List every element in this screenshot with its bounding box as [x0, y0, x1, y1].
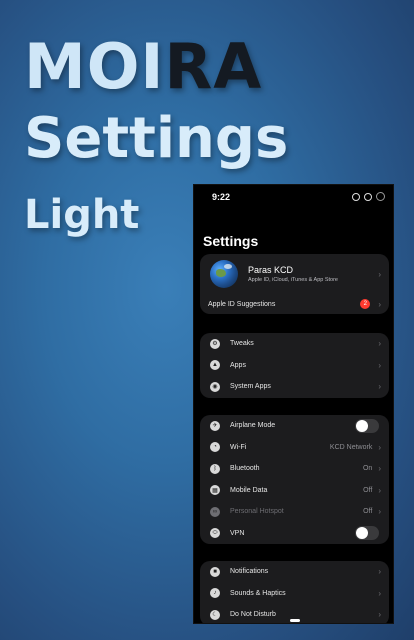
promo-subtitle: Settings [24, 106, 289, 171]
status-icon-1 [352, 192, 360, 201]
row-label: Wi-Fi [230, 443, 247, 451]
row-label: Mobile Data [230, 486, 268, 494]
chevron-right-icon: › [378, 360, 381, 370]
row-personal-hotspot[interactable]: ∞ Personal Hotspot Off › [200, 501, 389, 523]
chevron-right-icon: › [378, 507, 381, 517]
notifications-group: ■ Notifications › ♪ Sounds & Haptics › ☾… [200, 561, 389, 623]
suggestions-label: Apple ID Suggestions [208, 300, 276, 308]
status-time: 9:22 [212, 192, 231, 202]
hotspot-icon: ∞ [210, 506, 220, 517]
home-indicator [290, 619, 300, 622]
chevron-right-icon: › [378, 339, 381, 349]
chevron-right-icon: › [378, 269, 381, 279]
chevron-right-icon: › [378, 485, 381, 495]
connectivity-group: ✈ Airplane Mode ◔ Wi-Fi KCD Network › ᛒ … [200, 415, 389, 544]
row-label: Do Not Disturb [230, 611, 276, 619]
chevron-right-icon: › [378, 567, 381, 577]
bluetooth-icon: ᛒ [210, 463, 220, 474]
promo-title: MOIRA [24, 36, 262, 98]
tweaks-group: ⚙ Tweaks › ▲ Apps › ◉ System Apps › [200, 333, 389, 398]
notifications-icon: ■ [210, 566, 220, 577]
status-icons [352, 192, 385, 201]
row-vpn[interactable]: ⬭ VPN [200, 523, 389, 545]
row-label: Tweaks [230, 340, 254, 348]
profile-group: Paras KCD Apple ID, iCloud, iTunes & App… [200, 254, 389, 314]
system-apps-icon: ◉ [210, 381, 220, 392]
row-label: Sounds & Haptics [230, 589, 286, 597]
chevron-right-icon: › [378, 610, 381, 620]
airplane-mode-toggle[interactable] [355, 418, 379, 433]
row-tweaks[interactable]: ⚙ Tweaks › [200, 333, 389, 355]
row-label: VPN [230, 529, 245, 537]
row-label: Notifications [230, 568, 269, 576]
airplane-icon: ✈ [210, 420, 220, 431]
row-mobile-data[interactable]: ▦ Mobile Data Off › [200, 480, 389, 502]
chevron-right-icon: › [378, 464, 381, 474]
tweaks-icon: ⚙ [210, 338, 220, 349]
row-notifications[interactable]: ■ Notifications › [200, 561, 389, 583]
mobile-data-icon: ▦ [210, 485, 220, 496]
vpn-toggle[interactable] [355, 526, 379, 541]
row-value: Off [363, 508, 373, 516]
moon-icon: ☾ [210, 609, 220, 620]
row-system-apps[interactable]: ◉ System Apps › [200, 376, 389, 398]
apps-icon: ▲ [210, 360, 220, 371]
row-sounds-haptics[interactable]: ♪ Sounds & Haptics › [200, 583, 389, 605]
avatar [210, 260, 238, 288]
row-label: Bluetooth [230, 465, 260, 473]
chevron-right-icon: › [378, 442, 381, 452]
chevron-right-icon: › [378, 382, 381, 392]
sounds-icon: ♪ [210, 588, 220, 599]
row-bluetooth[interactable]: ᛒ Bluetooth On › [200, 458, 389, 480]
wifi-icon: ◔ [210, 442, 220, 453]
profile-name: Paras KCD [248, 265, 294, 275]
row-airplane-mode[interactable]: ✈ Airplane Mode [200, 415, 389, 437]
row-wifi[interactable]: ◔ Wi-Fi KCD Network › [200, 437, 389, 459]
promo-title-moi: MOI [24, 30, 165, 103]
status-bar: 9:22 [194, 185, 393, 207]
chevron-right-icon: › [378, 588, 381, 598]
chevron-right-icon: › [378, 299, 381, 309]
row-label: Personal Hotspot [230, 508, 284, 516]
phone-screen: 9:22 Settings Paras KCD Apple ID, iCloud… [193, 184, 394, 624]
apple-id-suggestions-row[interactable]: Apple ID Suggestions 2 › [200, 294, 389, 314]
page-title: Settings [203, 233, 259, 249]
apple-id-row[interactable]: Paras KCD Apple ID, iCloud, iTunes & App… [200, 254, 389, 294]
row-value: KCD Network [329, 443, 373, 451]
row-value: Off [363, 486, 373, 494]
row-apps[interactable]: ▲ Apps › [200, 355, 389, 377]
status-icon-3 [376, 192, 385, 201]
promo-title-ra: RA [164, 30, 263, 103]
notification-badge: 2 [360, 299, 371, 309]
row-label: Apps [230, 361, 246, 369]
vpn-icon: ⬭ [210, 528, 220, 539]
row-value: On [362, 465, 373, 473]
profile-subtitle: Apple ID, iCloud, iTunes & App Store [248, 277, 338, 283]
row-label: Airplane Mode [230, 422, 276, 430]
status-icon-2 [364, 192, 372, 201]
promo-variant: Light [24, 192, 140, 238]
row-label: System Apps [230, 383, 271, 391]
